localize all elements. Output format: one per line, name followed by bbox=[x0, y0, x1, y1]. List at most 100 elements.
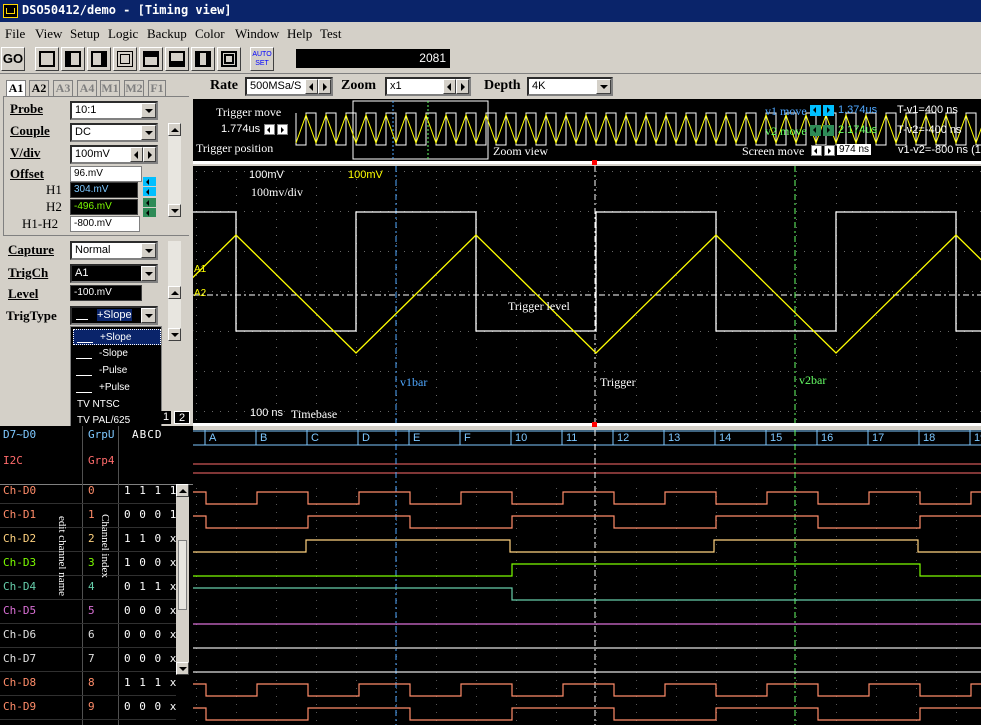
menu-backup[interactable]: Backup bbox=[147, 26, 187, 42]
a1-marker[interactable]: A1 bbox=[194, 264, 206, 275]
h1-up-icon[interactable] bbox=[143, 177, 156, 186]
menu-window[interactable]: Window bbox=[235, 26, 279, 42]
channel-name-0[interactable]: Ch-D0 bbox=[3, 484, 36, 497]
tab-m1[interactable]: M1 bbox=[100, 80, 120, 97]
option-minus-slope[interactable]: -Slope bbox=[73, 346, 161, 362]
layout-tri-icon[interactable] bbox=[165, 47, 189, 71]
v2-left-icon[interactable] bbox=[810, 125, 821, 136]
bus-value-4: E bbox=[413, 432, 421, 444]
menu-file[interactable]: File bbox=[5, 26, 25, 42]
scope-separator bbox=[193, 423, 981, 426]
small-tab-1[interactable]: 1 bbox=[161, 411, 171, 424]
autoset-button[interactable]: AUTO SET bbox=[250, 47, 274, 71]
channel-name-5[interactable]: Ch-D5 bbox=[3, 604, 36, 617]
channel-bits-2: 1 1 0 x bbox=[124, 532, 178, 545]
rate-select[interactable]: 500MSa/S bbox=[245, 77, 333, 96]
channel-index-hint: Channel index bbox=[99, 514, 111, 578]
option-tv-ntsc[interactable]: TV NTSC bbox=[73, 397, 161, 413]
scope-display[interactable]: 100mV 100mV 100mv/div A1 A2 Trigger leve… bbox=[193, 166, 981, 423]
menu-setup[interactable]: Setup bbox=[70, 26, 100, 42]
zoom-spinner[interactable] bbox=[443, 79, 469, 94]
vdiv-select[interactable]: 100mV bbox=[70, 145, 158, 164]
chevron-down-icon[interactable] bbox=[596, 79, 611, 94]
capture-select[interactable]: Normal bbox=[70, 241, 158, 260]
h2-up-icon[interactable] bbox=[143, 198, 156, 207]
v1-right-icon[interactable] bbox=[823, 105, 834, 116]
option-plus-slope[interactable]: +Slope bbox=[73, 329, 161, 345]
bus-d7-d0-name[interactable]: D7~D0 bbox=[3, 428, 36, 441]
go-button[interactable]: GO bbox=[1, 47, 25, 71]
chevron-down-icon[interactable] bbox=[141, 103, 156, 118]
screen-left-icon[interactable] bbox=[811, 145, 822, 156]
bus-value-12: 16 bbox=[821, 432, 834, 444]
channel-name-3[interactable]: Ch-D3 bbox=[3, 556, 36, 569]
trigtype-select[interactable]: +Slope bbox=[70, 306, 158, 325]
layout-grid-icon[interactable] bbox=[113, 47, 137, 71]
trigger-move-right-icon[interactable] bbox=[277, 124, 288, 135]
channel-name-6[interactable]: Ch-D6 bbox=[3, 628, 36, 641]
channel-scrollbar[interactable] bbox=[168, 123, 181, 217]
layout-split-icon[interactable] bbox=[61, 47, 85, 71]
layout-single-icon[interactable] bbox=[35, 47, 59, 71]
tab-f1[interactable]: F1 bbox=[148, 80, 166, 97]
menu-view[interactable]: View bbox=[35, 26, 62, 42]
menu-test[interactable]: Test bbox=[320, 26, 341, 42]
logic-graph[interactable] bbox=[193, 430, 981, 725]
h2-down-icon[interactable] bbox=[143, 208, 156, 217]
depth-label: Depth bbox=[484, 78, 521, 93]
tab-a1[interactable]: A1 bbox=[6, 80, 26, 97]
probe-select[interactable]: 10:1 bbox=[70, 101, 158, 120]
level-label: Level bbox=[8, 286, 39, 301]
channel-index-6: 6 bbox=[88, 628, 95, 641]
chevron-down-icon[interactable] bbox=[141, 308, 156, 323]
scope-graph[interactable] bbox=[193, 166, 981, 423]
option-plus-pulse[interactable]: +Pulse bbox=[73, 380, 161, 396]
menu-logic[interactable]: Logic bbox=[108, 26, 138, 42]
tab-a4[interactable]: A4 bbox=[77, 80, 97, 97]
screen-right-icon[interactable] bbox=[824, 145, 835, 156]
logic-display[interactable]: A B C D E F 10 11 12 13 14 15 16 17 18 19 bbox=[193, 430, 981, 725]
layout-quad-icon[interactable] bbox=[139, 47, 163, 71]
layout-wide-icon[interactable] bbox=[217, 47, 241, 71]
channel-name-2[interactable]: Ch-D2 bbox=[3, 532, 36, 545]
menu-color[interactable]: Color bbox=[195, 26, 225, 42]
trigch-select[interactable]: A1 bbox=[70, 264, 158, 283]
overview-panel[interactable]: Trigger move 1.774us Trigger position Zo… bbox=[193, 99, 981, 161]
channel-name-1[interactable]: Ch-D1 bbox=[3, 508, 36, 521]
zoom-select[interactable]: x1 bbox=[385, 77, 471, 96]
vdiv-spinner[interactable] bbox=[130, 147, 156, 162]
v1-left-icon[interactable] bbox=[810, 105, 821, 116]
tab-a2[interactable]: A2 bbox=[29, 80, 49, 97]
couple-select[interactable]: DC bbox=[70, 123, 158, 142]
chevron-down-icon[interactable] bbox=[141, 243, 156, 258]
logic-trace-4 bbox=[193, 587, 981, 601]
layout-split2-icon[interactable] bbox=[87, 47, 111, 71]
row-divider bbox=[0, 599, 176, 600]
h1-field[interactable]: 304.mV bbox=[70, 182, 138, 198]
falling-slope-icon bbox=[76, 349, 92, 359]
rate-spinner[interactable] bbox=[305, 79, 331, 94]
h2-field[interactable]: -496.mV bbox=[70, 199, 138, 215]
layout-dual-icon[interactable] bbox=[191, 47, 215, 71]
channel-name-9[interactable]: Ch-D9 bbox=[3, 700, 36, 713]
chevron-down-icon[interactable] bbox=[141, 266, 156, 281]
logic-scrollbar[interactable] bbox=[176, 484, 189, 675]
tab-m2[interactable]: M2 bbox=[124, 80, 144, 97]
h1-down-icon[interactable] bbox=[143, 187, 156, 196]
depth-select[interactable]: 4K bbox=[527, 77, 613, 96]
v2-right-icon[interactable] bbox=[823, 125, 834, 136]
menu-help[interactable]: Help bbox=[287, 26, 312, 42]
chevron-down-icon[interactable] bbox=[141, 125, 156, 140]
offset-field[interactable]: 96.mV bbox=[70, 166, 142, 182]
channel-name-8[interactable]: Ch-D8 bbox=[3, 676, 36, 689]
trigger-scrollbar[interactable] bbox=[168, 241, 181, 341]
bus-i2c-name[interactable]: I2C bbox=[3, 454, 23, 467]
channel-name-7[interactable]: Ch-D7 bbox=[3, 652, 36, 665]
option-minus-pulse[interactable]: -Pulse bbox=[73, 363, 161, 379]
channel-name-4[interactable]: Ch-D4 bbox=[3, 580, 36, 593]
a2-marker[interactable]: A2 bbox=[194, 288, 206, 299]
tab-a3[interactable]: A3 bbox=[53, 80, 73, 97]
level-field[interactable]: -100.mV bbox=[70, 285, 142, 301]
small-tab-2[interactable]: 2 bbox=[174, 411, 190, 424]
trigger-move-left-icon[interactable] bbox=[264, 124, 275, 135]
